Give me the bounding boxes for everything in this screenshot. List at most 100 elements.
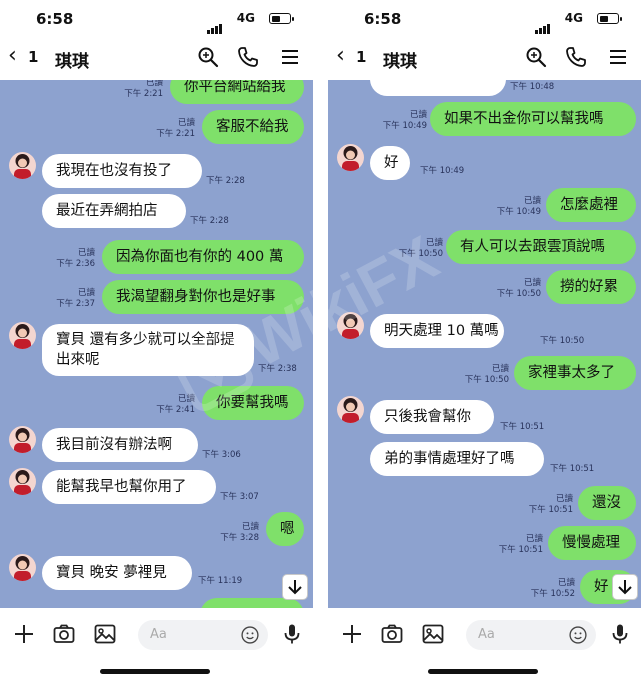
message-bubble-incoming[interactable]: 能幫我早也幫你用了	[42, 470, 216, 504]
back-chevron-icon[interactable]: ‹	[8, 42, 17, 70]
chat-header: ‹ 1 琪琪	[0, 36, 313, 80]
message-time: 下午 3:07	[220, 492, 259, 502]
scroll-down-icon[interactable]	[282, 574, 308, 600]
message-bubble-incoming[interactable]: 好	[370, 146, 410, 180]
home-indicator	[428, 669, 538, 674]
message-bubble-outgoing[interactable]: 你平台網站給我	[170, 80, 304, 104]
unread-count[interactable]: 1	[28, 48, 38, 66]
read-receipt: 已讀	[177, 394, 195, 404]
message-bubble-outgoing[interactable]: 嗯	[266, 512, 304, 546]
message-meta: 已讀 下午 10:49	[497, 196, 541, 218]
right-chat-screen: 6:58 4G ‹ 1 琪琪 下午 10:48 如果不出金你可以幫我嗎 已讀 下午…	[328, 0, 641, 682]
mic-icon[interactable]	[280, 622, 304, 646]
signal-icon	[207, 15, 223, 34]
message-bubble-outgoing[interactable]: 我渴望翻身對你也是好事	[102, 280, 304, 314]
message-meta: 已讀 下午 10:50	[399, 238, 443, 260]
search-icon[interactable]	[196, 45, 220, 69]
message-meta: 已讀 下午 3:28	[220, 522, 259, 544]
unread-count[interactable]: 1	[356, 48, 366, 66]
read-receipt: 已讀	[425, 238, 443, 248]
message-bubble-outgoing[interactable]: 有人可以去跟雲頂說嗎	[446, 230, 636, 264]
mic-icon[interactable]	[608, 622, 632, 646]
message-time: 下午 11:19	[198, 576, 243, 586]
camera-icon[interactable]	[380, 622, 404, 646]
message-bubble-outgoing[interactable]: 客服不給我	[202, 110, 304, 144]
message-bubble-outgoing[interactable]: 你要幫我嗎	[202, 386, 304, 420]
contact-name: 琪琪	[55, 52, 89, 72]
read-receipt: 已讀	[525, 534, 543, 544]
message-time: 下午 10:51	[550, 464, 595, 474]
camera-icon[interactable]	[52, 622, 76, 646]
composer-bar: Aa	[328, 608, 641, 682]
message-meta: 已讀 下午 10:50	[497, 278, 541, 300]
message-bubble-outgoing[interactable]: 因為你面也有你的 400 萬	[102, 240, 304, 274]
message-time: 下午 10:49	[420, 166, 465, 176]
message-meta: 已讀 下午 10:50	[465, 364, 509, 386]
read-receipt: 已讀	[177, 118, 195, 128]
avatar[interactable]	[9, 322, 36, 349]
search-icon[interactable]	[524, 45, 548, 69]
avatar[interactable]	[9, 426, 36, 453]
message-bubble-incoming[interactable]: 寶貝 還有多少就可以全部提出來呢	[42, 324, 254, 376]
status-time: 6:58	[364, 10, 402, 28]
message-bubble-incoming[interactable]: 明天處理 10 萬嗎	[370, 314, 504, 348]
phone-icon[interactable]	[564, 45, 588, 69]
message-list[interactable]: 下午 10:48 如果不出金你可以幫我嗎 已讀 下午 10:49 好 下午 10:…	[328, 80, 641, 608]
avatar[interactable]	[337, 396, 364, 423]
left-chat-screen: 6:58 4G ‹ 1 琪琪 你平台網站給我 已讀 下午 2:21 客服不給我 已…	[0, 0, 313, 682]
message-meta: 已讀 下午 10:49	[383, 110, 427, 132]
message-bubble-outgoing[interactable]: 如果不出金你可以幫我嗎	[430, 102, 636, 136]
home-indicator	[100, 669, 210, 674]
message-bubble-outgoing[interactable]: 撈的好累	[546, 270, 636, 304]
chat-header: ‹ 1 琪琪	[328, 36, 641, 80]
status-time: 6:58	[36, 10, 74, 28]
message-meta: 已讀 下午 2:41	[156, 394, 195, 416]
scroll-down-icon[interactable]	[612, 574, 638, 600]
back-chevron-icon[interactable]: ‹	[336, 42, 345, 70]
message-time: 下午 2:36	[56, 259, 95, 269]
message-bubble-outgoing[interactable]: 怎麼處裡	[546, 188, 636, 222]
avatar[interactable]	[337, 312, 364, 339]
message-bubble-incoming[interactable]: 最近在弄網拍店	[42, 194, 186, 228]
message-bubble-outgoing[interactable]: 慢慢處理	[548, 526, 636, 560]
message-bubble-outgoing[interactable]: 還沒	[578, 486, 636, 520]
avatar[interactable]	[337, 144, 364, 171]
composer-bar: Aa	[0, 608, 313, 682]
read-receipt: 已讀	[523, 196, 541, 206]
read-receipt: 已讀	[409, 110, 427, 120]
menu-icon[interactable]	[278, 45, 302, 69]
message-time: 下午 10:50	[398, 249, 443, 259]
message-time: 下午 2:21	[124, 89, 163, 99]
message-meta: 已讀 下午 10:51	[529, 494, 573, 516]
message-input-placeholder: Aa	[150, 627, 167, 642]
menu-icon[interactable]	[606, 45, 630, 69]
message-bubble-outgoing[interactable]: 家裡事太多了	[514, 356, 636, 390]
message-meta: 已讀 下午 2:21	[156, 118, 195, 140]
message-bubble-incoming[interactable]: 只後我會幫你	[370, 400, 494, 434]
phone-icon[interactable]	[236, 45, 260, 69]
read-receipt: 已讀	[77, 248, 95, 258]
emoji-icon[interactable]	[240, 625, 260, 645]
plus-icon[interactable]	[12, 622, 36, 646]
message-bubble-incoming[interactable]: 我目前沒有辦法啊	[42, 428, 198, 462]
message-list[interactable]: 你平台網站給我 已讀 下午 2:21 客服不給我 已讀 下午 2:21 我現在也沒有…	[0, 80, 313, 608]
message-bubble-incoming-partial[interactable]	[370, 80, 506, 96]
network-label: 4G	[236, 11, 255, 25]
message-meta: 已讀 下午 10:51	[499, 534, 543, 556]
read-receipt: 已讀	[523, 278, 541, 288]
message-bubble-incoming[interactable]: 我現在也沒有投了	[42, 154, 202, 188]
message-bubble-incoming[interactable]: 弟的事情處理好了嗎	[370, 442, 544, 476]
avatar[interactable]	[9, 468, 36, 495]
image-icon[interactable]	[93, 622, 117, 646]
message-time: 下午 2:28	[206, 176, 245, 186]
image-icon[interactable]	[421, 622, 445, 646]
plus-icon[interactable]	[340, 622, 364, 646]
avatar[interactable]	[9, 554, 36, 581]
signal-icon	[535, 15, 551, 34]
message-time: 下午 10:50	[464, 375, 509, 385]
avatar[interactable]	[9, 152, 36, 179]
message-bubble-incoming[interactable]: 寶貝 晚安 夢裡見	[42, 556, 192, 590]
message-meta: 已讀 下午 10:52	[531, 578, 575, 600]
status-bar: 6:58 4G	[0, 0, 313, 36]
emoji-icon[interactable]	[568, 625, 588, 645]
